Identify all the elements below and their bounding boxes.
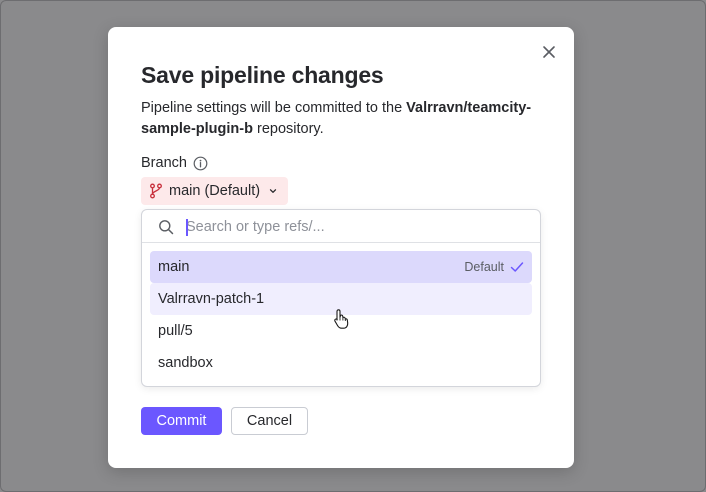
branch-option-label: Valrravn-patch-1 — [158, 291, 265, 307]
text-caret — [186, 219, 188, 236]
branch-label-row: Branch — [141, 155, 208, 171]
branch-option-main[interactable]: main Default — [150, 251, 532, 283]
branch-option-sandbox[interactable]: sandbox — [150, 347, 532, 379]
branch-option-label: main — [158, 259, 190, 275]
description-prefix: Pipeline settings will be committed to t… — [141, 100, 407, 116]
branch-label: Branch — [141, 155, 187, 171]
branch-dropdown: main Default Valrravn-patch-1 pull/5 san… — [141, 209, 541, 387]
branch-option-valrravn-patch-1[interactable]: Valrravn-patch-1 — [150, 283, 532, 315]
info-icon[interactable] — [193, 156, 208, 171]
branch-selector-label: main (Default) — [169, 183, 261, 199]
dialog-title: Save pipeline changes — [141, 62, 384, 88]
chevron-down-icon — [269, 189, 277, 193]
search-icon — [159, 220, 174, 235]
close-icon — [543, 46, 555, 58]
branch-option-pull-5[interactable]: pull/5 — [150, 315, 532, 347]
default-tag: Default — [464, 260, 504, 274]
check-icon — [510, 262, 524, 272]
branch-option-label: sandbox — [158, 355, 213, 371]
cancel-button[interactable]: Cancel — [231, 407, 308, 435]
branch-search-row — [142, 210, 540, 243]
git-branch-icon — [150, 183, 162, 199]
commit-button[interactable]: Commit — [141, 407, 222, 435]
branch-option-label: pull/5 — [158, 323, 193, 339]
dialog-description: Pipeline settings will be committed to t… — [141, 98, 551, 140]
branch-search-input[interactable] — [186, 216, 526, 238]
close-button[interactable] — [541, 44, 557, 60]
description-suffix: repository. — [252, 121, 324, 137]
save-pipeline-dialog: Save pipeline changes Pipeline settings … — [108, 27, 574, 468]
branch-selector-button[interactable]: main (Default) — [141, 177, 289, 205]
